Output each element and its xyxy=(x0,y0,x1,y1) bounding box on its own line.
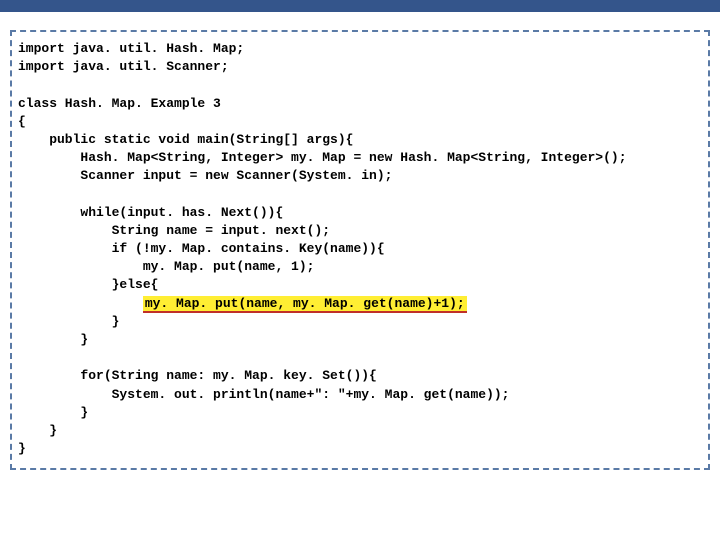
code-line: { xyxy=(18,113,702,131)
code-line: System. out. println(name+": "+my. Map. … xyxy=(18,386,702,404)
header-bar xyxy=(0,0,720,12)
code-line: import java. util. Scanner; xyxy=(18,58,702,76)
code-line: }else{ xyxy=(18,276,702,294)
code-line: import java. util. Hash. Map; xyxy=(18,40,702,58)
highlighted-code: my. Map. put(name, my. Map. get(name)+1)… xyxy=(143,296,467,313)
blank-line xyxy=(18,186,702,204)
code-line: class Hash. Map. Example 3 xyxy=(18,95,702,113)
code-line: String name = input. next(); xyxy=(18,222,702,240)
code-line: } xyxy=(18,422,702,440)
code-line: } xyxy=(18,331,702,349)
code-line: Hash. Map<String, Integer> my. Map = new… xyxy=(18,149,702,167)
indent xyxy=(18,296,143,311)
code-line: } xyxy=(18,440,702,458)
code-line: for(String name: my. Map. key. Set()){ xyxy=(18,367,702,385)
code-line: my. Map. put(name, 1); xyxy=(18,258,702,276)
code-line: Scanner input = new Scanner(System. in); xyxy=(18,167,702,185)
code-block: import java. util. Hash. Map; import jav… xyxy=(10,30,710,470)
code-line: public static void main(String[] args){ xyxy=(18,131,702,149)
code-line: if (!my. Map. contains. Key(name)){ xyxy=(18,240,702,258)
blank-line xyxy=(18,76,702,94)
code-line: } xyxy=(18,404,702,422)
code-line: while(input. has. Next()){ xyxy=(18,204,702,222)
code-line: } xyxy=(18,313,702,331)
code-line-highlight: my. Map. put(name, my. Map. get(name)+1)… xyxy=(18,295,702,313)
blank-line xyxy=(18,349,702,367)
